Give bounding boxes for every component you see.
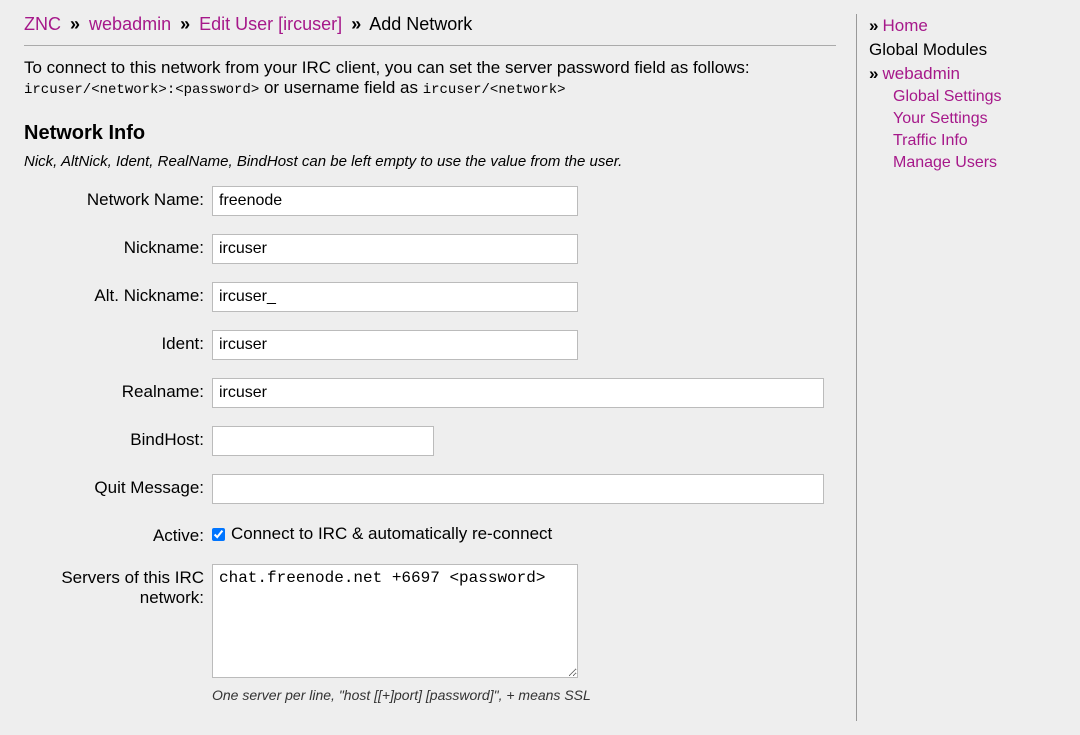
input-alt-nickname[interactable] xyxy=(212,282,578,312)
sidebar-global-settings[interactable]: Global Settings xyxy=(893,88,1002,105)
label-network-name: Network Name: xyxy=(24,186,212,210)
sidebar-webadmin[interactable]: webadmin xyxy=(882,64,960,83)
input-ident[interactable] xyxy=(212,330,578,360)
sidebar-manage-users[interactable]: Manage Users xyxy=(893,154,997,171)
breadcrumb-current: Add Network xyxy=(369,14,472,34)
section-title: Network Info xyxy=(24,122,836,145)
sidebar: »Home Global Modules »webadmin Global Se… xyxy=(856,14,1056,721)
label-nickname: Nickname: xyxy=(24,234,212,258)
label-quit-message: Quit Message: xyxy=(24,474,212,498)
active-checkbox-row[interactable]: Connect to IRC & automatically re-connec… xyxy=(212,522,836,544)
input-network-name[interactable] xyxy=(212,186,578,216)
active-checkbox-label: Connect to IRC & automatically re-connec… xyxy=(231,524,552,544)
help-code-1: ircuser/<network>:<password> xyxy=(24,82,259,98)
sidebar-your-settings[interactable]: Your Settings xyxy=(893,110,988,127)
label-servers: Servers of this IRC network: xyxy=(24,564,212,608)
breadcrumb-znc[interactable]: ZNC xyxy=(24,14,61,34)
textarea-servers[interactable] xyxy=(212,564,578,678)
breadcrumb-webadmin[interactable]: webadmin xyxy=(89,14,171,34)
input-realname[interactable] xyxy=(212,378,824,408)
input-nickname[interactable] xyxy=(212,234,578,264)
arrow-icon: » xyxy=(869,16,878,35)
main-content: ZNC » webadmin » Edit User [ircuser] » A… xyxy=(24,14,836,721)
section-subhelp: Nick, AltNick, Ident, RealName, BindHost… xyxy=(24,153,836,170)
servers-note: One server per line, "host [[+]port] [pa… xyxy=(212,687,836,703)
sidebar-home[interactable]: Home xyxy=(882,16,927,35)
help-code-2: ircuser/<network> xyxy=(423,82,566,98)
input-quit-message[interactable] xyxy=(212,474,824,504)
input-bindhost[interactable] xyxy=(212,426,434,456)
label-realname: Realname: xyxy=(24,378,212,402)
label-bindhost: BindHost: xyxy=(24,426,212,450)
arrow-icon: » xyxy=(869,64,878,83)
sidebar-global-modules: Global Modules xyxy=(869,40,1056,60)
label-active: Active: xyxy=(24,522,212,546)
breadcrumb-sep: » xyxy=(351,14,361,34)
help-text: To connect to this network from your IRC… xyxy=(24,58,836,98)
sidebar-traffic-info[interactable]: Traffic Info xyxy=(893,132,968,149)
breadcrumb: ZNC » webadmin » Edit User [ircuser] » A… xyxy=(24,14,836,46)
label-alt-nickname: Alt. Nickname: xyxy=(24,282,212,306)
label-ident: Ident: xyxy=(24,330,212,354)
breadcrumb-edit-user[interactable]: Edit User [ircuser] xyxy=(199,14,342,34)
breadcrumb-sep: » xyxy=(180,14,190,34)
breadcrumb-sep: » xyxy=(70,14,80,34)
checkbox-active[interactable] xyxy=(212,528,225,541)
